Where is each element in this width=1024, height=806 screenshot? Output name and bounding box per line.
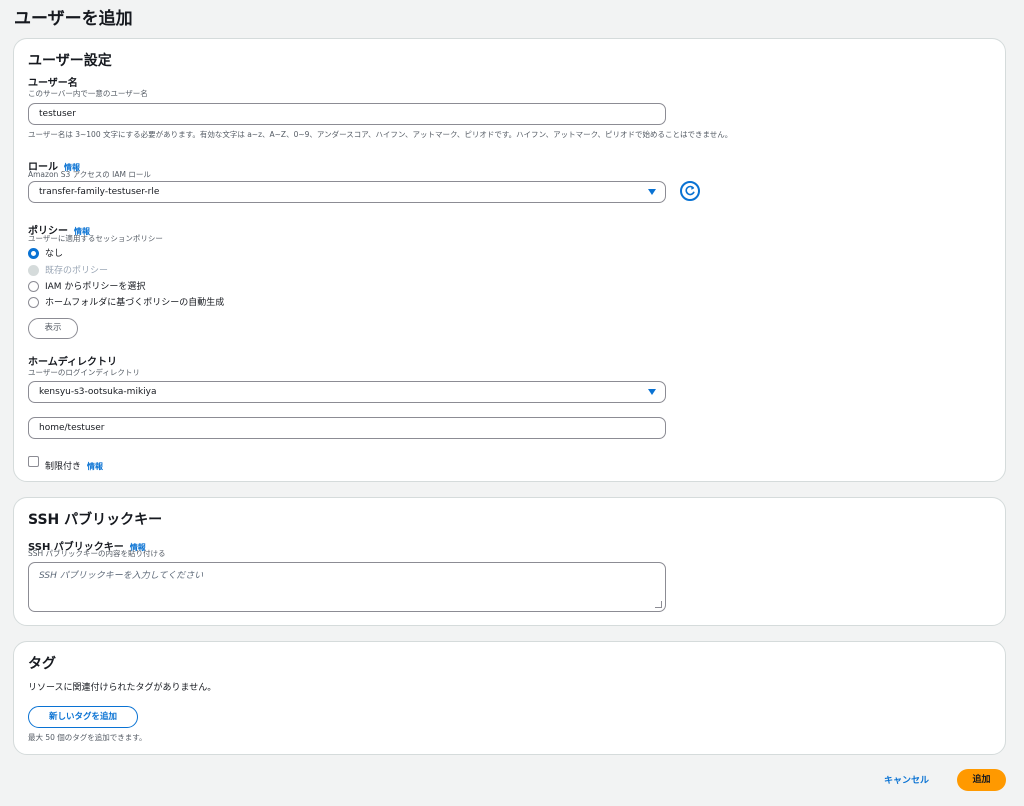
policy-radio-iam[interactable] [28, 281, 39, 292]
role-select[interactable]: transfer-family-testuser-rle [28, 181, 666, 203]
username-description: このサーバー内で一意のユーザー名 [28, 89, 148, 98]
role-select-value: transfer-family-testuser-rle [39, 187, 160, 197]
tags-limit-text: 最大 50 個のタグを追加できます。 [28, 733, 147, 742]
user-settings-title: ユーザー設定 [28, 53, 112, 69]
chevron-down-icon [648, 389, 656, 395]
refresh-icon[interactable] [680, 181, 700, 201]
chevron-down-icon [648, 189, 656, 195]
cancel-button[interactable]: キャンセル [884, 773, 929, 786]
ssh-key-textarea[interactable]: SSH パブリックキーを入力してください [28, 562, 666, 612]
ssh-card: SSH パブリックキー SSH パブリックキー 情報 SSH パブリックキーの内容… [13, 497, 1006, 626]
home-bucket-select[interactable]: kensyu-s3-ootsuka-mikiya [28, 381, 666, 403]
username-label: ユーザー名 [28, 78, 78, 89]
policy-radio-none[interactable] [28, 248, 39, 259]
add-button[interactable]: 追加 [957, 769, 1006, 791]
restricted-label: 制限付き [45, 462, 82, 472]
policy-option-label: IAM からポリシーを選択 [45, 282, 146, 292]
home-directory-label: ホームディレクトリ [28, 357, 117, 368]
page-title: ユーザーを追加 [14, 9, 133, 29]
username-constraint: ユーザー名は 3~100 文字にする必要があります。有効な文字は a~z、A~Z… [28, 130, 733, 139]
policy-description: ユーザーに適用するセッションポリシー [28, 234, 163, 243]
policy-option-label: 既存のポリシー [45, 266, 109, 276]
username-input[interactable]: testuser [28, 103, 666, 125]
ssh-description: SSH パブリックキーの内容を貼り付ける [28, 549, 166, 558]
ssh-key-placeholder: SSH パブリックキーを入力してください [39, 571, 204, 581]
home-path-input[interactable]: home/testuser [28, 417, 666, 439]
policy-radio-auto[interactable] [28, 297, 39, 308]
user-settings-card: ユーザー設定 ユーザー名 このサーバー内で一意のユーザー名 testuser ユ… [13, 38, 1006, 482]
restricted-info-link[interactable]: 情報 [87, 462, 103, 471]
role-description: Amazon S3 アクセスの IAM ロール [28, 170, 151, 179]
ssh-section-title: SSH パブリックキー [28, 512, 163, 528]
restricted-checkbox[interactable] [28, 456, 39, 467]
home-directory-description: ユーザーのログインディレクトリ [28, 368, 140, 377]
policy-option-label: ホームフォルダに基づくポリシーの自動生成 [45, 298, 225, 308]
tags-empty-text: リソースに関連付けられたタグがありません。 [28, 683, 217, 693]
tags-section-title: タグ [28, 656, 56, 672]
tags-card: タグ リソースに関連付けられたタグがありません。 新しいタグを追加 最大 50 … [13, 641, 1006, 755]
add-tag-button[interactable]: 新しいタグを追加 [28, 706, 138, 728]
restricted-label-row: 制限付き 情報 [45, 454, 103, 473]
view-policy-button[interactable]: 表示 [28, 318, 78, 339]
home-bucket-value: kensyu-s3-ootsuka-mikiya [39, 387, 157, 397]
resize-grip-icon[interactable] [655, 601, 662, 608]
policy-option-label: なし [45, 249, 64, 259]
policy-radio-existing [28, 265, 39, 276]
